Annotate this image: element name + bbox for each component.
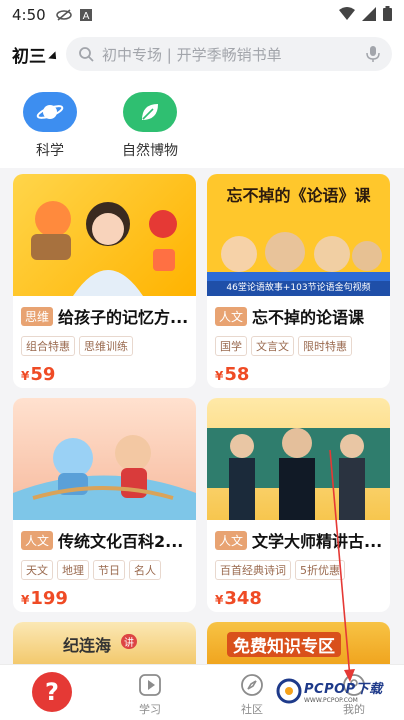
status-bar: 4:50 A: [0, 0, 404, 30]
status-time: 4:50: [12, 6, 46, 24]
battery-icon: [383, 6, 392, 21]
play-icon: [139, 674, 161, 696]
price-value: 58: [224, 364, 250, 385]
banner-subtitle: 46堂论语故事+103节论语金句视频: [207, 281, 390, 296]
course-price: ¥348: [207, 580, 390, 609]
course-card[interactable]: 人文 传统文化百科2... 天文 地理 节日 名人 ¥199: [13, 398, 196, 612]
currency-symbol: ¥: [215, 593, 224, 607]
price-value: 348: [224, 588, 262, 609]
banner-title: 免费知识专区: [227, 632, 341, 657]
course-cover-image: 忘不掉的《论语》课 46堂论语故事+103节论语金句视频: [207, 174, 390, 296]
caret-down-icon: [48, 51, 60, 63]
feature-chip: 5折优惠: [295, 560, 345, 580]
feature-chip: 天文: [21, 560, 53, 580]
course-cover-image: [13, 174, 196, 296]
course-price: ¥58: [207, 356, 390, 385]
course-price: ¥59: [13, 356, 196, 385]
course-card[interactable]: 思维 给孩子的记忆方... 组合特惠 思维训练 ¥59: [13, 174, 196, 388]
a-badge-icon: A: [79, 9, 92, 21]
course-cover-image: 纪连海 讲: [13, 622, 196, 664]
category-row: 科学 自然博物: [0, 78, 404, 168]
feature-chip: 文言文: [251, 336, 294, 356]
course-cover-image: [13, 398, 196, 520]
search-icon: [79, 47, 94, 62]
price-value: 59: [30, 364, 56, 385]
currency-symbol: ¥: [21, 369, 30, 383]
banner-title: 纪连海: [63, 636, 112, 655]
currency-symbol: ¥: [215, 369, 224, 383]
planet-icon: [23, 92, 77, 132]
feature-chip: 百首经典诗词: [215, 560, 291, 580]
course-title: 文学大师精讲古...: [252, 532, 382, 551]
currency-symbol: ¥: [21, 593, 30, 607]
category-tag: 人文: [215, 306, 248, 326]
nav-item-study[interactable]: 学习: [110, 665, 190, 720]
feature-chip: 节日: [93, 560, 125, 580]
feature-chip: 名人: [129, 560, 161, 580]
grade-selector[interactable]: 初三: [12, 42, 66, 67]
search-bar[interactable]: 初中专场 | 开学季畅销书单: [66, 37, 392, 71]
category-tag: 思维: [21, 306, 54, 326]
feature-chip: 国学: [215, 336, 247, 356]
svg-text:A: A: [82, 11, 89, 21]
banner-badge: 讲: [121, 634, 137, 649]
category-tag: 人文: [215, 530, 248, 550]
feature-chip: 限时特惠: [298, 336, 352, 356]
eye-slash-icon: [55, 9, 72, 21]
course-card[interactable]: 纪连海 讲: [13, 622, 196, 664]
wifi-icon: [339, 6, 355, 20]
feature-chip: 地理: [57, 560, 89, 580]
course-cover-image: [207, 398, 390, 520]
course-title: 给孩子的记忆方...: [58, 308, 188, 327]
pcpop-logo-icon: [276, 678, 302, 704]
course-card[interactable]: 忘不掉的《论语》课 46堂论语故事+103节论语金句视频 人文 忘不掉的论语课 …: [207, 174, 390, 388]
course-title: 传统文化百科2...: [58, 532, 184, 551]
watermark-sub: WWW.PCPOP.COM: [304, 697, 358, 704]
leaf-icon: [123, 92, 177, 132]
price-value: 199: [30, 588, 68, 609]
course-title: 忘不掉的论语课: [252, 308, 365, 327]
header: 初三 初中专场 | 开学季畅销书单: [0, 30, 404, 78]
category-tag: 人文: [21, 530, 54, 550]
question-icon: ?: [32, 672, 72, 712]
microphone-icon[interactable]: [366, 45, 380, 63]
course-card[interactable]: 免费知识专区: [207, 622, 390, 664]
feature-chip: 组合特惠: [21, 336, 75, 356]
nav-label: 学习: [139, 703, 161, 716]
compass-icon: [241, 674, 263, 696]
category-nature[interactable]: 自然博物: [112, 92, 188, 160]
grade-label: 初三: [12, 46, 46, 67]
signal-icon: [362, 6, 376, 21]
course-card[interactable]: 人文 文学大师精讲古... 百首经典诗词 5折优惠 ¥348: [207, 398, 390, 612]
nav-item-ask[interactable]: ?: [12, 665, 92, 720]
course-price: ¥199: [13, 580, 196, 609]
category-label: 自然博物: [122, 143, 178, 159]
category-science[interactable]: 科学: [12, 92, 88, 160]
watermark: PCPOP下载 WWW.PCPOP.COM: [276, 678, 383, 704]
feature-chip: 思维训练: [79, 336, 133, 356]
watermark-brand: PCPOP下载: [304, 682, 383, 697]
course-cover-image: 免费知识专区: [207, 622, 390, 664]
category-label: 科学: [36, 143, 64, 159]
search-placeholder: 初中专场 | 开学季畅销书单: [102, 45, 282, 64]
